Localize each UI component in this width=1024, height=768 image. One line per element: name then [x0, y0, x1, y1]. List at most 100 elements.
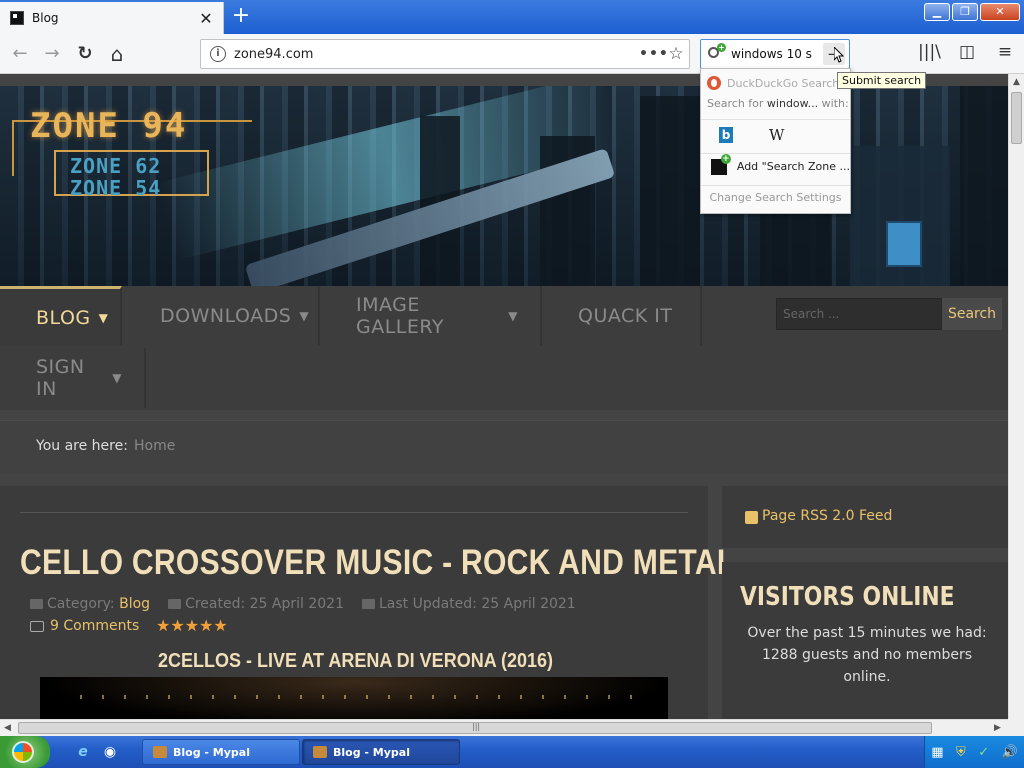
tab-strip: Blog ✕ + ▁ ❐ ✕: [0, 0, 1024, 34]
back-icon[interactable]: ←: [8, 42, 32, 66]
change-search-settings-button[interactable]: Change Search Settings: [701, 185, 850, 209]
visitors-title: VISITORS ONLINE: [740, 582, 955, 612]
comments-link[interactable]: 9 Comments: [30, 618, 139, 634]
network-icon[interactable]: ✓: [978, 745, 989, 760]
menu-item-image-gallery[interactable]: IMAGE GALLERY ▼: [320, 286, 542, 346]
site-search-button[interactable]: Search: [942, 298, 1002, 330]
page-actions-icon[interactable]: •••: [639, 46, 668, 62]
breadcrumb-label: You are here:: [36, 438, 128, 454]
scroll-left-icon[interactable]: ◀: [4, 723, 11, 733]
horizontal-scrollbar[interactable]: ◀ ||| ▶: [0, 719, 1008, 736]
navigation-toolbar: ← → ↻ ⌂ i zone94.com ••• ☆ + → |||\ ◫ ≡: [0, 34, 1024, 74]
engine-icons-row: b W: [701, 119, 850, 149]
category-link[interactable]: Blog: [119, 596, 150, 612]
sidebar-icon[interactable]: ◫: [956, 42, 978, 62]
internet-explorer-icon[interactable]: e: [74, 743, 92, 761]
task-label: Blog - Mypal: [173, 745, 250, 759]
library-icon[interactable]: |||\: [918, 42, 941, 62]
mypal-icon: [153, 746, 167, 758]
system-tray: ▦ ⛨ ✓ 🔊: [924, 736, 1024, 768]
engine-label: DuckDuckGo Search: [727, 76, 840, 90]
add-search-engine-item[interactable]: Add "Search Zone ...: [701, 153, 850, 179]
article-subheading: 2CELLOS - LIVE AT ARENA DI VERONA (2016): [158, 650, 554, 672]
window-controls: ▁ ❐ ✕: [924, 3, 1020, 21]
folder-icon: [30, 599, 43, 609]
web-page: ZONE 94 ZONE 62 ZONE 54 BLOG ▼ DOWNLOADS…: [0, 74, 1008, 719]
bookmark-star-icon[interactable]: ☆: [663, 44, 689, 64]
rating-stars[interactable]: ★★★★★: [156, 616, 228, 635]
rss-module: Page RSS 2.0 Feed: [722, 486, 1008, 548]
current-engine-row[interactable]: DuckDuckGo Search: [701, 71, 850, 95]
scroll-right-icon[interactable]: ▶: [994, 723, 1001, 733]
site-logo[interactable]: ZONE 94 ZONE 62 ZONE 54: [12, 106, 252, 200]
tab-close-icon[interactable]: ✕: [195, 9, 217, 28]
new-tab-button[interactable]: +: [230, 5, 252, 27]
search-bar[interactable]: + →: [700, 39, 850, 69]
visitors-module: VISITORS ONLINE Over the past 15 minutes…: [722, 562, 1008, 719]
reload-icon[interactable]: ↻: [73, 42, 97, 66]
quicklaunch-icon[interactable]: ◉: [101, 743, 119, 761]
video-player[interactable]: [40, 677, 668, 719]
maximize-button[interactable]: ❐: [952, 3, 978, 21]
menu-item-blog[interactable]: BLOG ▼: [0, 286, 122, 346]
menu-icon[interactable]: ≡: [994, 42, 1016, 62]
caret-down-icon: ▼: [112, 371, 122, 385]
article-category: Category: Blog: [30, 596, 150, 612]
menu-label: DOWNLOADS: [160, 305, 292, 327]
vertical-scrollbar[interactable]: ▲: [1008, 74, 1024, 719]
calendar-icon: [168, 599, 182, 609]
logo-main-text: ZONE 94: [30, 106, 188, 146]
menu-label: IMAGE GALLERY: [356, 294, 444, 338]
duckduckgo-icon: [707, 76, 721, 90]
menu-item-quack-it[interactable]: QUACK IT: [542, 286, 702, 346]
security-shield-icon[interactable]: ⛨: [956, 745, 966, 760]
site-search-input[interactable]: Search ...: [776, 298, 942, 330]
search-suggestions-popup: DuckDuckGo Search Search for window... w…: [700, 68, 851, 214]
start-button[interactable]: [0, 736, 50, 768]
toolbar-right: |||\ ◫ ≡: [918, 42, 1016, 62]
windows-logo-icon: [12, 741, 34, 763]
caret-down-icon: ▼: [508, 309, 518, 323]
logo-sub-text-1: ZONE 62: [70, 154, 162, 178]
taskbar-item[interactable]: Blog - Mypal: [142, 739, 300, 765]
menu-item-downloads[interactable]: DOWNLOADS ▼: [124, 286, 320, 346]
volume-icon[interactable]: 🔊: [1002, 745, 1018, 760]
add-engine-icon: [711, 153, 731, 175]
logo-sub-text-2: ZONE 54: [70, 176, 162, 200]
add-engine-label: Add "Search Zone ...: [736, 160, 850, 173]
url-text[interactable]: zone94.com: [234, 47, 639, 62]
scroll-up-icon[interactable]: ▲: [1013, 77, 1020, 87]
visitors-text: Over the past 15 minutes we had: 1288 gu…: [747, 625, 987, 685]
close-window-button[interactable]: ✕: [980, 3, 1020, 21]
site-banner: ZONE 94 ZONE 62 ZONE 54: [0, 86, 1008, 286]
home-icon[interactable]: ⌂: [105, 42, 129, 66]
forward-icon[interactable]: →: [40, 42, 64, 66]
article-title[interactable]: CELLO CROSSOVER MUSIC - ROCK AND METAL: [20, 543, 735, 583]
address-bar[interactable]: i zone94.com ••• ☆: [200, 39, 690, 69]
search-input[interactable]: [731, 47, 823, 61]
vertical-scroll-thumb[interactable]: [1011, 92, 1022, 144]
mouse-cursor-icon: [834, 47, 844, 63]
submit-search-tooltip: Submit search: [837, 72, 927, 89]
search-for-row: Search for window... with:: [707, 97, 849, 110]
breadcrumb-home-link[interactable]: Home: [134, 438, 175, 454]
site-favicon-icon: [10, 11, 24, 25]
search-engine-add-icon[interactable]: +: [707, 43, 726, 63]
task-label: Blog - Mypal: [333, 745, 410, 759]
scrollbar-corner: [1008, 719, 1024, 736]
minimize-button[interactable]: ▁: [924, 3, 950, 21]
tab-title: Blog: [32, 11, 59, 25]
tab-blog[interactable]: Blog ✕: [0, 2, 224, 34]
site-info-icon[interactable]: i: [210, 46, 226, 62]
menu-label: QUACK IT: [578, 305, 673, 327]
calendar-icon: [361, 599, 375, 609]
article-meta: Category: Blog Created: 25 April 2021 La…: [30, 596, 576, 612]
wikipedia-icon[interactable]: W: [769, 126, 784, 144]
bing-icon[interactable]: b: [719, 126, 733, 143]
caret-down-icon: ▼: [98, 310, 109, 325]
keyboard-icon[interactable]: ▦: [931, 745, 943, 760]
taskbar-item-active[interactable]: Blog - Mypal: [302, 739, 460, 765]
rss-link[interactable]: Page RSS 2.0 Feed: [762, 508, 892, 524]
article: CELLO CROSSOVER MUSIC - ROCK AND METAL C…: [0, 486, 735, 719]
menu-item-sign-in[interactable]: SIGN IN ▼: [0, 348, 146, 408]
